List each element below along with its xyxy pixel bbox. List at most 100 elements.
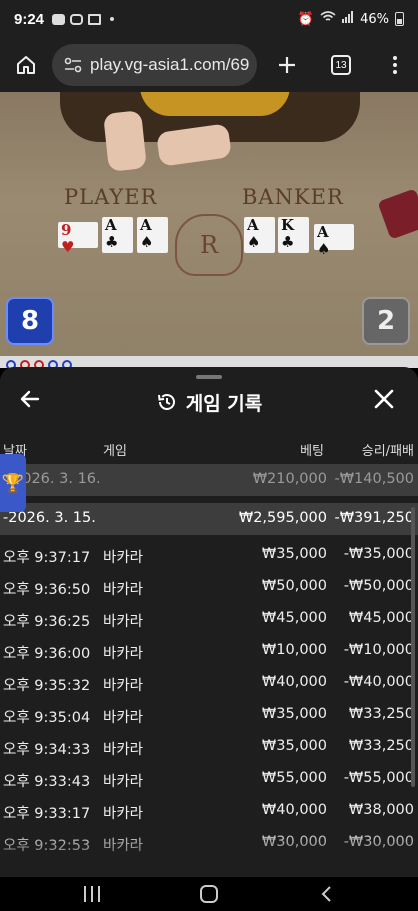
sheet-title: 게임 기록	[185, 392, 263, 415]
card-suit: ♠	[140, 233, 154, 251]
history-result: -₩35,000	[343, 546, 414, 562]
history-time: 오후 9:36:25	[3, 614, 91, 630]
col-bet: 베팅	[300, 444, 324, 459]
history-game: 바카라	[103, 582, 144, 598]
alarm-icon: ⏰	[297, 11, 315, 27]
signal-icon	[342, 11, 354, 27]
history-row[interactable]: 오후 9:34:33 바카라 ₩35,000 ₩33,250	[0, 731, 418, 763]
instagram-notification-icon	[70, 13, 84, 25]
history-time: 오후 9:35:32	[3, 678, 91, 694]
dealer-left-hand	[103, 110, 147, 172]
player-card-3: A ♠	[137, 217, 168, 253]
back-nav-icon[interactable]	[318, 885, 336, 903]
date-row-result: -₩140,500	[334, 471, 414, 487]
url-text: play.vg-asia1.com/69	[90, 55, 250, 74]
history-row[interactable]: 오후 9:35:32 바카라 ₩40,000 -₩40,000	[0, 667, 418, 699]
card-rank: A	[247, 216, 259, 234]
system-nav-bar	[0, 877, 418, 911]
scrollbar[interactable]	[411, 507, 415, 787]
message-notification-icon	[52, 13, 66, 25]
col-game: 게임	[103, 444, 127, 459]
new-tab-button[interactable]	[265, 43, 309, 87]
history-time: 오후 9:36:50	[3, 582, 91, 598]
date-row-collapsed[interactable]: 2026. 3. 16. ₩210,000 -₩140,500	[0, 464, 418, 496]
history-result: -₩40,000	[343, 674, 414, 690]
history-bet: ₩35,000	[261, 706, 327, 722]
history-row[interactable]: 오후 9:35:04 바카라 ₩35,000 ₩33,250	[0, 699, 418, 731]
mail-notification-icon	[88, 13, 102, 25]
col-result: 승리/패배	[361, 444, 414, 459]
history-time: 오후 9:34:33	[3, 742, 91, 758]
tab-switcher-button[interactable]: 13	[319, 43, 363, 87]
history-row[interactable]: 오후 9:33:43 바카라 ₩55,000 -₩55,000	[0, 763, 418, 795]
address-bar[interactable]: play.vg-asia1.com/69	[52, 44, 257, 86]
recent-apps-icon[interactable]	[84, 886, 100, 902]
date-row-expanded[interactable]: -2026. 3. 15. ₩2,595,000 -₩391,250	[0, 503, 418, 535]
battery-percent: 46%	[360, 11, 389, 27]
card-suit: ♠	[247, 233, 261, 251]
sheet-drag-handle[interactable]	[196, 375, 222, 379]
history-result: ₩33,250	[348, 706, 414, 722]
banker-score: 2	[362, 297, 410, 345]
history-row[interactable]: 오후 9:37:17 바카라 ₩35,000 -₩35,000	[0, 539, 418, 571]
trophy-icon: 🏆	[1, 472, 25, 494]
card-suit: ♣	[281, 233, 295, 251]
history-time: 오후 9:35:04	[3, 710, 91, 726]
history-row[interactable]: 오후 9:36:25 바카라 ₩45,000 ₩45,000	[0, 603, 418, 635]
column-headers: 날짜 게임 베팅 승리/패배	[0, 440, 418, 460]
more-vert-icon	[393, 56, 397, 74]
history-result: ₩45,000	[348, 610, 414, 626]
tab-count: 13	[331, 55, 351, 75]
history-game: 바카라	[103, 646, 144, 662]
history-row[interactable]: 오후 9:36:50 바카라 ₩50,000 -₩50,000	[0, 571, 418, 603]
card-suit: ♣	[105, 233, 119, 251]
player-score: 8	[6, 297, 54, 345]
date-row-bet: ₩2,595,000	[238, 510, 327, 526]
table-crest: R	[175, 214, 243, 276]
close-icon[interactable]	[372, 387, 396, 411]
site-settings-icon[interactable]	[64, 57, 82, 73]
history-time: 오후 9:33:43	[3, 774, 91, 790]
chip-stack	[377, 188, 418, 240]
list-fade	[0, 825, 418, 877]
card-rank: A	[317, 223, 329, 241]
history-bet: ₩45,000	[261, 610, 327, 626]
home-button[interactable]	[4, 43, 48, 87]
date-row-date: -2026. 3. 15.	[3, 510, 96, 526]
card-suit: ♥	[61, 238, 75, 256]
history-bet: ₩40,000	[261, 802, 327, 818]
history-game: 바카라	[103, 774, 144, 790]
card-rank: K	[281, 216, 295, 234]
history-game: 바카라	[103, 710, 144, 726]
dealer-sleeve	[140, 92, 290, 116]
trophy-tab[interactable]: 🏆	[0, 454, 26, 512]
status-bar: 9:24 ⏰ 46%	[0, 0, 418, 38]
player-card-2: A ♣	[102, 217, 133, 253]
home-nav-icon[interactable]	[200, 885, 218, 903]
history-row[interactable]: 오후 9:36:00 바카라 ₩10,000 -₩10,000	[0, 635, 418, 667]
crest-letter: R	[199, 231, 219, 259]
history-row[interactable]: 오후 9:33:17 바카라 ₩40,000 ₩38,000	[0, 795, 418, 827]
browser-toolbar: play.vg-asia1.com/69 13	[0, 38, 418, 92]
plus-icon	[279, 57, 295, 73]
banker-card-3: A ♠	[314, 223, 354, 258]
baccarat-table: PLAYER BANKER 9 ♥ A ♣ A ♠ R A ♠ K ♣ A ♠ 8 2	[0, 92, 418, 368]
sheet-header: 게임 기록	[0, 385, 418, 419]
history-time: 오후 9:33:17	[3, 806, 91, 822]
history-bet: ₩10,000	[261, 642, 327, 658]
browser-menu-button[interactable]	[373, 43, 417, 87]
wifi-icon	[320, 11, 336, 27]
more-notifications-dot	[110, 17, 115, 21]
banker-card-2: K ♣	[278, 217, 309, 253]
card-suit: ♠	[317, 240, 331, 258]
history-result: -₩10,000	[343, 642, 414, 658]
battery-icon	[395, 12, 404, 26]
history-result: ₩33,250	[348, 738, 414, 754]
card-rank: A	[105, 216, 117, 234]
history-bet: ₩55,000	[261, 770, 327, 786]
card-rank: A	[140, 216, 152, 234]
date-row-date: 2026. 3. 16.	[13, 471, 101, 487]
history-result: -₩55,000	[343, 770, 414, 786]
player-label: PLAYER	[64, 185, 158, 209]
history-game: 바카라	[103, 742, 144, 758]
